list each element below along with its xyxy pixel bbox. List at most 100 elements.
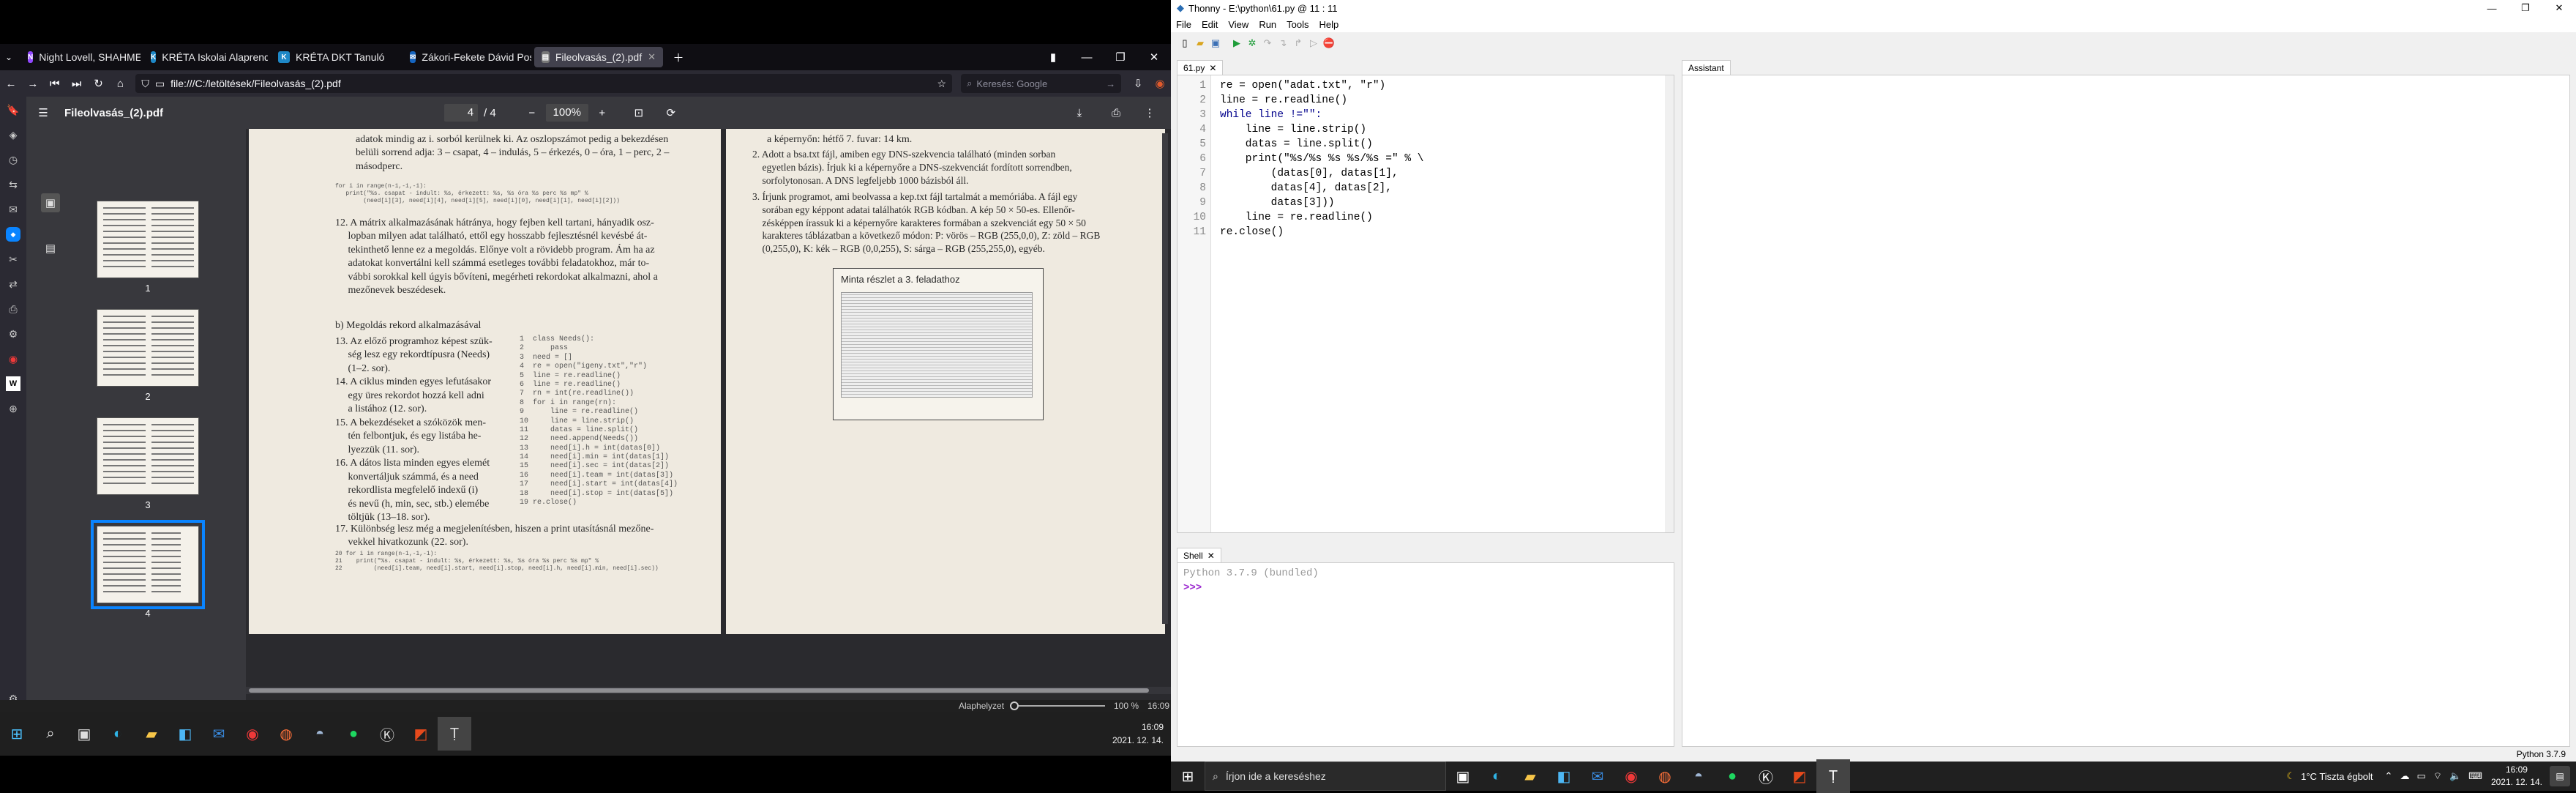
vivaldi-icon[interactable]: ◉ — [1614, 759, 1648, 793]
close-window-button[interactable]: ✕ — [2542, 2, 2576, 14]
editor-scrollbar[interactable] — [1665, 75, 1674, 532]
screenshot-icon[interactable]: ✂ — [6, 252, 20, 267]
task-view-icon[interactable]: ▣ — [1446, 759, 1480, 793]
spotify-icon[interactable]: ● — [1715, 759, 1749, 793]
mail-icon[interactable]: ✉ — [202, 717, 236, 751]
chevron-up-icon[interactable]: ⌃ — [2385, 770, 2393, 782]
tray-clock[interactable]: 16:09 2021. 12. 14. — [1112, 721, 1164, 747]
first-page-icon[interactable]: ⏮ — [44, 72, 66, 94]
wikipedia-icon[interactable]: W — [6, 376, 20, 391]
shell-panel[interactable]: Python 3.7.9 (bundled) >>> — [1177, 562, 1674, 747]
office-icon[interactable]: ◩ — [404, 717, 438, 751]
zoom-slider[interactable] — [1010, 701, 1105, 710]
maximize-button[interactable]: ❐ — [1104, 46, 1137, 68]
menu-tools[interactable]: Tools — [1281, 19, 1314, 30]
home-button[interactable]: ⌂ — [109, 72, 131, 94]
explorer-icon[interactable]: ▰ — [1513, 759, 1547, 793]
shell-tab[interactable]: Shell ✕ — [1177, 548, 1221, 562]
sidebar-toggle-icon[interactable]: ☰ — [32, 102, 54, 124]
office-icon[interactable]: ◩ — [1783, 759, 1816, 793]
mail-icon[interactable]: ✉ — [1581, 759, 1614, 793]
thonny-icon[interactable]: Ṭ — [438, 717, 471, 751]
network-icon[interactable]: ⌔ — [2433, 770, 2442, 782]
page-number-input[interactable]: 4 — [444, 104, 479, 122]
minimize-button[interactable]: — — [2475, 3, 2509, 14]
address-bar[interactable]: ⛉ ▭ file:///C:/letöltések/Fileolvasás_(2… — [135, 74, 953, 93]
download-icon[interactable]: ⤓ — [1068, 102, 1090, 124]
keyboard-icon[interactable]: ⌨ — [2468, 770, 2482, 782]
back-button[interactable]: ← — [0, 72, 22, 94]
print-icon[interactable]: ⎙ — [1105, 102, 1127, 124]
onedrive-icon[interactable]: ☁ — [2400, 770, 2409, 782]
close-window-button[interactable]: ✕ — [1137, 46, 1171, 68]
add-panel-icon[interactable]: ⊕ — [6, 401, 20, 416]
tab-night-lovell[interactable]: N Night Lovell, SHAHMEN, A — [20, 47, 141, 67]
run-icon[interactable]: ▶ — [1230, 37, 1243, 50]
zoom-slider-handle[interactable] — [1010, 701, 1019, 710]
zoom-in-button[interactable]: + — [591, 102, 613, 124]
extension-icon[interactable]: ◉ — [1149, 72, 1171, 94]
bookmarks-icon[interactable]: 🔖 — [6, 103, 20, 117]
thumbnails-view-icon[interactable]: ▣ — [41, 193, 60, 212]
resume-icon[interactable]: ▷ — [1307, 37, 1320, 50]
search-input[interactable]: ⌕ Keresés: Google → — [961, 74, 1122, 93]
tab-pdf[interactable]: ▤ Fileolvasás_(2).pdf ✕ — [534, 47, 663, 67]
tray-clock[interactable]: 16:09 2021. 12. 14. — [2491, 764, 2542, 789]
new-tab-button[interactable]: ＋ — [667, 46, 689, 68]
outline-view-icon[interactable]: ▤ — [41, 239, 60, 258]
horizontal-scrollbar[interactable] — [246, 687, 1171, 694]
editor-tab[interactable]: 61.py ✕ — [1177, 60, 1224, 75]
tab-kreta-alaprendszer[interactable]: K KRÉTA Iskolai Alaprendszer — [143, 47, 268, 67]
thonny-icon[interactable]: Ṭ — [1816, 759, 1850, 793]
close-tab-icon[interactable]: ✕ — [648, 51, 656, 63]
settings-icon[interactable]: ⚙ — [6, 327, 20, 341]
menu-help[interactable]: Help — [1314, 19, 1344, 30]
step-over-icon[interactable]: ↷ — [1261, 37, 1274, 50]
open-file-icon[interactable]: ▰ — [1194, 37, 1207, 50]
debug-icon[interactable]: ✲ — [1246, 37, 1259, 50]
minimize-button[interactable]: — — [1070, 46, 1104, 68]
close-tab-icon[interactable]: ✕ — [1209, 63, 1216, 73]
pip-icon[interactable]: ▮ — [1036, 46, 1070, 68]
print-icon[interactable]: ⎙ — [6, 302, 20, 316]
display-icon[interactable]: ▭ — [2416, 770, 2425, 782]
start-icon[interactable]: ⊞ — [1171, 767, 1205, 786]
scroll-thumb[interactable] — [249, 688, 1149, 693]
assistant-tab[interactable]: Assistant — [1682, 60, 1731, 75]
app-k-icon[interactable]: Ⓚ — [370, 717, 404, 751]
weather-widget[interactable]: ☾ 1°C Tiszta égbolt — [2286, 770, 2373, 782]
last-page-icon[interactable]: ⏭ — [66, 72, 88, 94]
menu-run[interactable]: Run — [1254, 19, 1281, 30]
notification-icon[interactable]: ▤ — [2550, 766, 2570, 786]
app-k-icon[interactable]: Ⓚ — [1749, 759, 1783, 793]
code-editor[interactable]: 1 2 3 4 5 6 7 8 9 10 11 re = open("adat.… — [1177, 75, 1674, 533]
vertical-scrollbar[interactable] — [1162, 133, 1168, 624]
save-icon[interactable]: ▣ — [1209, 37, 1222, 50]
volume-icon[interactable]: 🔈 — [2449, 770, 2461, 782]
edge-icon[interactable]: ◐ — [1480, 759, 1513, 793]
step-into-icon[interactable]: ↴ — [1276, 37, 1289, 50]
page-thumbnail-2[interactable] — [97, 309, 199, 387]
stop-icon[interactable]: ⛔ — [1322, 37, 1336, 50]
forward-button[interactable]: → — [22, 72, 44, 94]
vivaldi-icon[interactable]: ◉ — [236, 717, 269, 751]
new-file-icon[interactable]: ▯ — [1178, 37, 1191, 50]
page-thumbnail-3[interactable] — [97, 417, 199, 495]
store-icon[interactable]: ◧ — [168, 717, 202, 751]
firefox-icon[interactable]: ◍ — [269, 717, 303, 751]
steam-icon[interactable]: ◓ — [1682, 759, 1715, 793]
vivaldi-icon[interactable]: ◉ — [6, 351, 20, 366]
task-view-icon[interactable]: ▣ — [67, 717, 101, 751]
page-thumbnail-4[interactable] — [91, 520, 205, 609]
maximize-button[interactable]: ❐ — [2509, 2, 2542, 14]
history-icon[interactable]: ◷ — [6, 152, 20, 167]
search-icon[interactable]: ⌕ — [34, 717, 67, 751]
steam-icon[interactable]: ◓ — [303, 717, 337, 751]
notification-badge-icon[interactable]: ◆ — [6, 227, 20, 242]
firefox-icon[interactable]: ◍ — [1648, 759, 1682, 793]
fit-page-icon[interactable]: ⊡ — [628, 102, 650, 124]
interpreter-status[interactable]: Python 3.7.9 — [2517, 749, 2566, 759]
sync-icon[interactable]: ⇆ — [6, 177, 20, 192]
pocket-icon[interactable]: ◈ — [6, 127, 20, 142]
search-go-icon[interactable]: → — [1106, 78, 1115, 89]
